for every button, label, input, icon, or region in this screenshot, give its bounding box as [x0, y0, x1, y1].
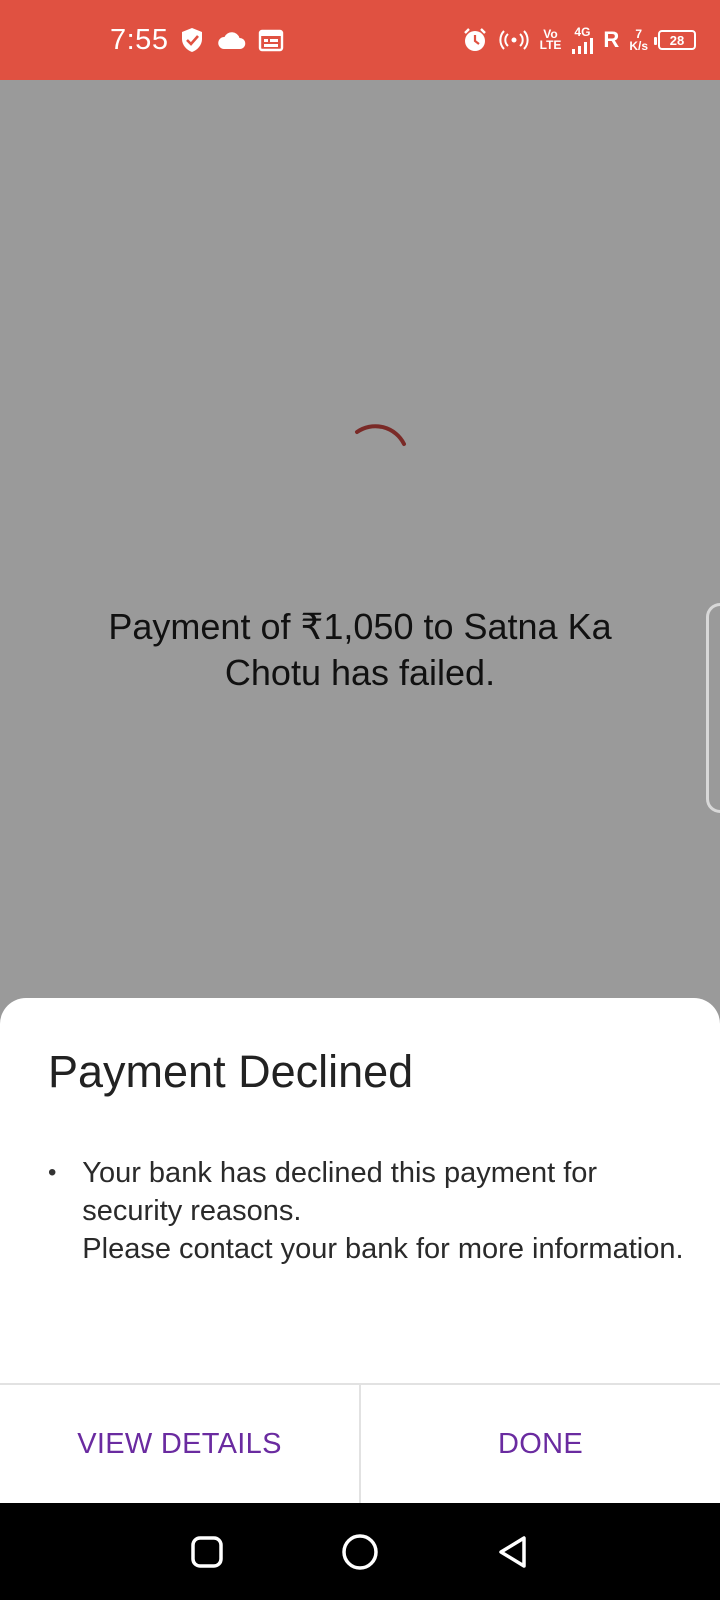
signal-group: 4G — [571, 24, 594, 54]
navigation-bar — [0, 1503, 720, 1600]
volte-bottom: LTE — [539, 38, 562, 52]
decline-reason: • Your bank has declined this payment fo… — [48, 1154, 688, 1268]
alarm-icon — [462, 27, 488, 53]
network-speed: 7 K/s — [629, 28, 648, 52]
action-row: VIEW DETAILS DONE — [0, 1385, 720, 1503]
calendar-icon — [258, 28, 284, 52]
bullet-point: • — [48, 1159, 57, 1186]
status-right-group: Vo LTE 4G R 7 K/s 28 — [462, 0, 696, 80]
payment-declined-sheet: Payment Declined • Your bank has decline… — [0, 998, 720, 1503]
speed-unit: K/s — [629, 39, 648, 53]
decline-message: Your bank has declined this payment for … — [82, 1154, 688, 1268]
done-button[interactable]: DONE — [361, 1385, 720, 1503]
recents-icon[interactable] — [183, 1528, 231, 1576]
volte-indicator: Vo LTE — [539, 28, 562, 52]
battery-level: 28 — [669, 32, 685, 48]
loading-spinner-icon — [340, 410, 420, 490]
status-left-group: 7:55 — [110, 0, 284, 80]
network-type: 4G — [574, 24, 591, 39]
hotspot-icon — [498, 30, 530, 50]
shield-check-icon — [180, 27, 204, 53]
edge-panel-handle[interactable] — [706, 603, 720, 813]
status-time: 7:55 — [110, 23, 169, 56]
battery-icon: 28 — [654, 30, 696, 50]
back-icon[interactable] — [489, 1528, 537, 1576]
sheet-title: Payment Declined — [48, 1046, 414, 1097]
roaming-indicator: R — [603, 27, 620, 52]
view-details-button[interactable]: VIEW DETAILS — [0, 1385, 359, 1503]
home-icon[interactable] — [336, 1528, 384, 1576]
status-bar: 7:55 Vo LTE 4G R 7 K/s 28 — [0, 0, 720, 80]
payment-failed-message: Payment of ₹1,050 to Satna Ka Chotu has … — [108, 606, 612, 693]
decline-message-line2: Please contact your bank for more inform… — [82, 1233, 684, 1265]
decline-message-line1: Your bank has declined this payment for … — [82, 1157, 598, 1227]
cloud-icon — [216, 30, 246, 50]
signal-icon — [571, 37, 594, 54]
